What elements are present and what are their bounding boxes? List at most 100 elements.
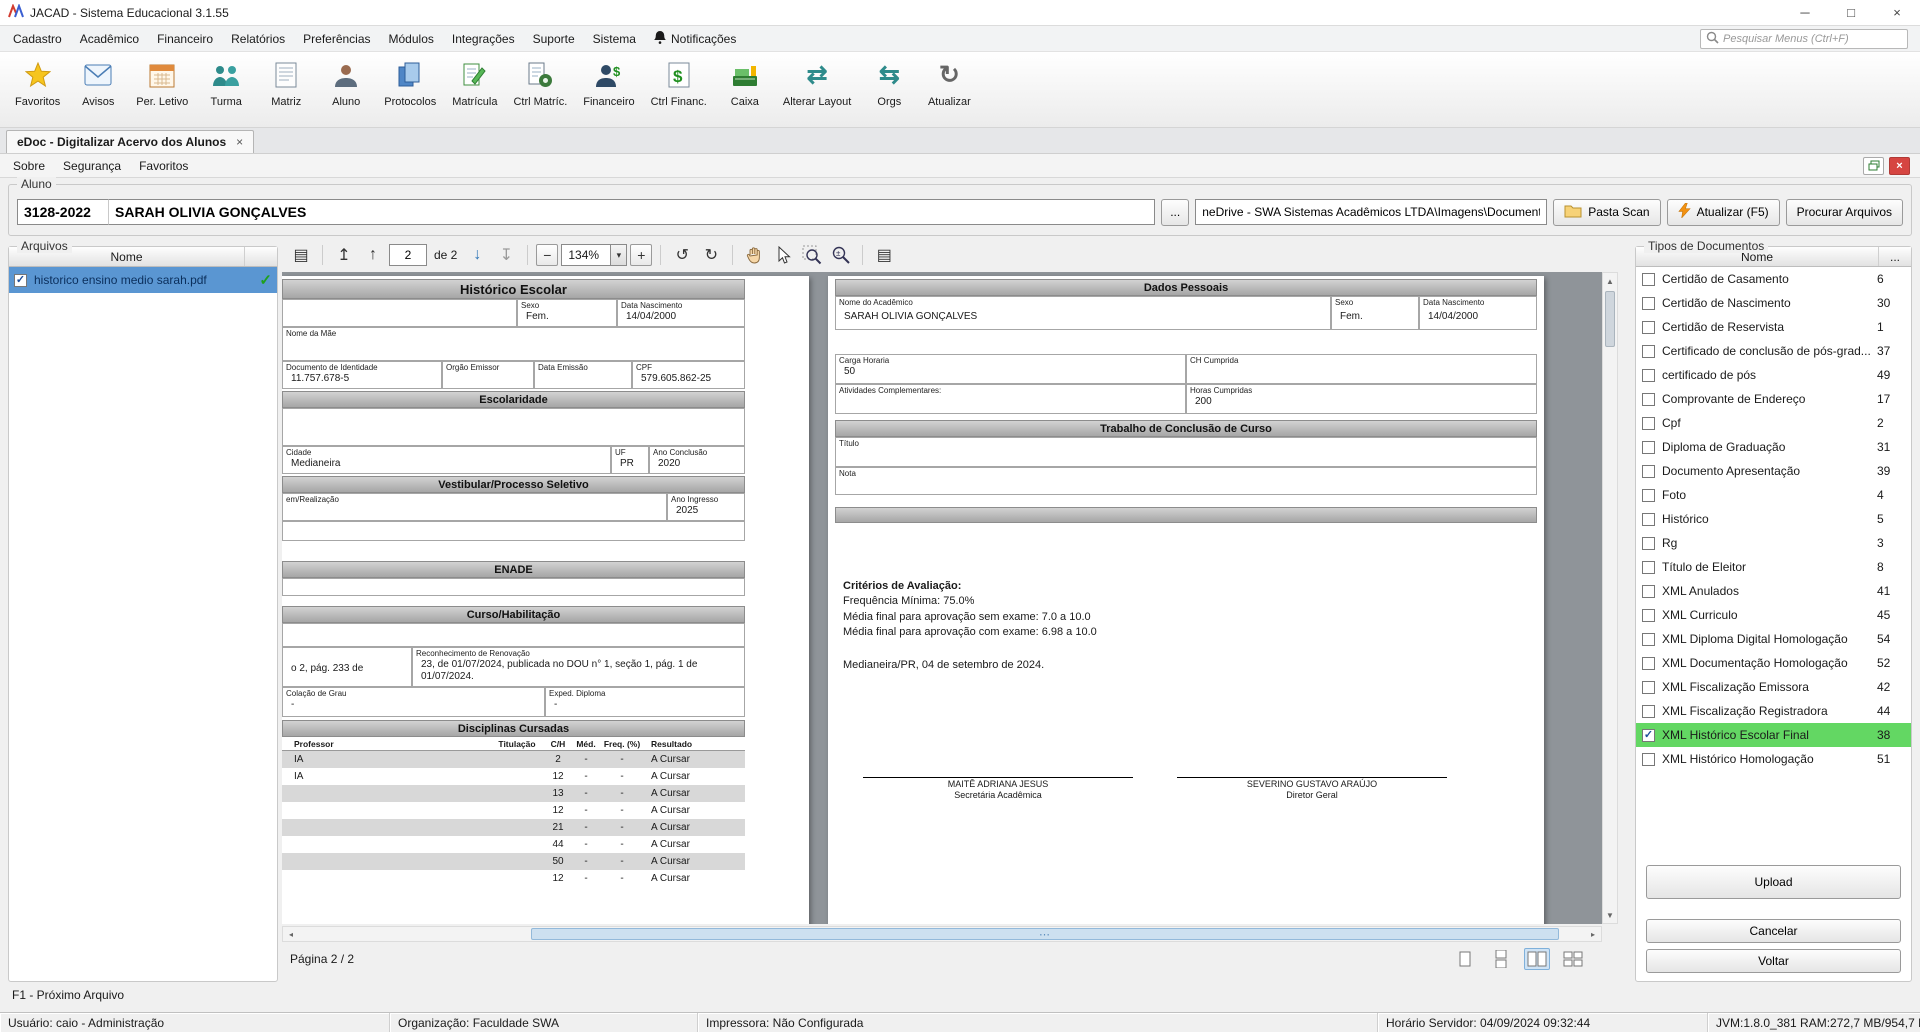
frame-close-button[interactable]: × (1889, 156, 1910, 175)
doc-type-row[interactable]: Cpf 2 (1636, 411, 1911, 435)
doc-type-checkbox[interactable] (1642, 464, 1655, 478)
toolbar-favoritos[interactable]: Favoritos (8, 55, 67, 124)
submenu-seguranca[interactable]: Segurança (54, 156, 130, 176)
doc-type-checkbox[interactable] (1642, 392, 1655, 406)
toolbar-matricula[interactable]: Matrícula (445, 55, 504, 124)
toolbar-ctrl-financeiro[interactable]: $ Ctrl Financ. (644, 55, 714, 124)
doc-type-row[interactable]: Certificado de conclusão de pós-grad... 3… (1636, 339, 1911, 363)
doc-type-row-selected[interactable]: ✓ XML Histórico Escolar Final 38 (1636, 723, 1911, 747)
doc-type-row[interactable]: XML Documentação Homologação 52 (1636, 651, 1911, 675)
aluno-name-field[interactable] (108, 199, 1156, 225)
tab-edoc[interactable]: eDoc - Digitalizar Acervo dos Alunos × (6, 130, 255, 153)
horizontal-scrollbar[interactable]: ◂ ⋯ ▸ (282, 926, 1602, 942)
toolbar-atualizar[interactable]: ↻ Atualizar (920, 55, 978, 124)
file-checkbox[interactable]: ✓ (14, 273, 27, 287)
toolbar-financeiro[interactable]: $ Financeiro (576, 55, 641, 124)
zoom-dynamic-button[interactable]: ± (828, 243, 854, 267)
pasta-scan-button[interactable]: Pasta Scan (1553, 198, 1661, 226)
toolbar-avisos[interactable]: Avisos (69, 55, 127, 124)
doc-type-row[interactable]: Foto 4 (1636, 483, 1911, 507)
doc-type-row[interactable]: XML Fiscalização Emissora 42 (1636, 675, 1911, 699)
two-page-continuous-layout-icon[interactable] (1560, 948, 1586, 970)
doc-type-checkbox[interactable]: ✓ (1642, 728, 1655, 742)
rotate-left-button[interactable]: ↺ (669, 243, 695, 267)
menu-academico[interactable]: Acadêmico (71, 28, 148, 50)
menu-integracoes[interactable]: Integrações (443, 28, 524, 50)
scroll-right-icon[interactable]: ▸ (1586, 927, 1600, 941)
doc-type-checkbox[interactable] (1642, 680, 1655, 694)
scroll-left-icon[interactable]: ◂ (284, 927, 298, 941)
doc-type-checkbox[interactable] (1642, 512, 1655, 526)
close-button[interactable]: × (1874, 0, 1920, 25)
zoom-select[interactable]: 134% ▾ (561, 244, 628, 266)
rotate-right-button[interactable]: ↻ (698, 243, 724, 267)
doc-type-checkbox[interactable] (1642, 320, 1655, 334)
tipos-col-more[interactable]: ... (1879, 247, 1911, 266)
toolbar-orgs[interactable]: ⇆ Orgs (860, 55, 918, 124)
toolbar-turma[interactable]: Turma (197, 55, 255, 124)
doc-type-row[interactable]: Documento Apresentação 39 (1636, 459, 1911, 483)
doc-type-row[interactable]: certificado de pós 49 (1636, 363, 1911, 387)
scroll-up-icon[interactable]: ▲ (1603, 274, 1617, 288)
zoom-marquee-button[interactable] (799, 243, 825, 267)
document-canvas[interactable]: Histórico Escolar Sexo Fem. Data Nascimen… (282, 272, 1602, 924)
doc-type-row[interactable]: Comprovante de Endereço 17 (1636, 387, 1911, 411)
next-page-button[interactable]: ↓ (464, 243, 490, 267)
doc-type-row[interactable]: XML Anulados 41 (1636, 579, 1911, 603)
tab-close-icon[interactable]: × (236, 135, 243, 149)
last-page-button[interactable]: ↧ (493, 243, 519, 267)
search-input[interactable] (1723, 32, 1902, 45)
toolbar-matriz[interactable]: Matriz (257, 55, 315, 124)
doc-type-checkbox[interactable] (1642, 296, 1655, 310)
hand-tool-button[interactable] (741, 243, 767, 267)
doc-type-row[interactable]: Certidão de Nascimento 30 (1636, 291, 1911, 315)
voltar-button[interactable]: Voltar (1646, 949, 1901, 973)
doc-type-checkbox[interactable] (1642, 584, 1655, 598)
doc-type-checkbox[interactable] (1642, 632, 1655, 646)
doc-type-row[interactable]: Certidão de Reservista 1 (1636, 315, 1911, 339)
atualizar-f5-button[interactable]: Atualizar (F5) (1666, 198, 1780, 226)
single-page-layout-icon[interactable] (1452, 948, 1478, 970)
toolbar-per-letivo[interactable]: Per. Letivo (129, 55, 195, 124)
doc-type-checkbox[interactable] (1642, 752, 1655, 766)
toolbar-aluno[interactable]: Aluno (317, 55, 375, 124)
doc-type-row[interactable]: XML Fiscalização Registradora 44 (1636, 699, 1911, 723)
doc-type-checkbox[interactable] (1642, 656, 1655, 670)
menu-cadastro[interactable]: Cadastro (4, 28, 71, 50)
doc-type-checkbox[interactable] (1642, 488, 1655, 502)
toolbar-ctrl-matricula[interactable]: Ctrl Matríc. (506, 55, 574, 124)
toolbar-protocolos[interactable]: Protocolos (377, 55, 443, 124)
first-page-button[interactable]: ↥ (331, 243, 357, 267)
doc-type-checkbox[interactable] (1642, 440, 1655, 454)
menu-search-box[interactable] (1700, 28, 1908, 49)
doc-type-row[interactable]: Rg 3 (1636, 531, 1911, 555)
doc-type-row[interactable]: Histórico 5 (1636, 507, 1911, 531)
vertical-scroll-thumb[interactable] (1605, 291, 1615, 347)
scan-path-field[interactable] (1195, 199, 1548, 225)
doc-type-checkbox[interactable] (1642, 368, 1655, 382)
doc-type-checkbox[interactable] (1642, 272, 1655, 286)
maximize-button[interactable]: □ (1828, 0, 1874, 25)
doc-type-row[interactable]: XML Curriculo 45 (1636, 603, 1911, 627)
menu-modulos[interactable]: Módulos (380, 28, 443, 50)
cancelar-button[interactable]: Cancelar (1646, 919, 1901, 943)
vertical-scrollbar[interactable]: ▲ ▼ (1602, 272, 1618, 924)
menu-financeiro[interactable]: Financeiro (148, 28, 222, 50)
minimize-button[interactable]: ─ (1782, 0, 1828, 25)
toolbar-alterar-layout[interactable]: ⇄ Alterar Layout (776, 55, 858, 124)
pages-panel-icon[interactable]: ▤ (871, 243, 897, 267)
doc-type-row[interactable]: XML Histórico Homologação 51 (1636, 747, 1911, 771)
page-setup-icon[interactable]: ▤ (288, 243, 314, 267)
file-row[interactable]: ✓ historico ensino medio sarah.pdf ✓ (9, 267, 277, 293)
menu-relatorios[interactable]: Relatórios (222, 28, 294, 50)
menu-sistema[interactable]: Sistema (584, 28, 645, 50)
previous-page-button[interactable]: ↑ (360, 243, 386, 267)
doc-type-checkbox[interactable] (1642, 536, 1655, 550)
menu-notificacoes[interactable]: Notificações (645, 27, 745, 51)
doc-type-checkbox[interactable] (1642, 416, 1655, 430)
horizontal-scroll-thumb[interactable]: ⋯ (531, 928, 1559, 941)
zoom-out-button[interactable]: − (536, 244, 559, 266)
submenu-favoritos[interactable]: Favoritos (130, 156, 197, 176)
doc-type-checkbox[interactable] (1642, 704, 1655, 718)
browse-aluno-button[interactable]: ... (1161, 198, 1190, 226)
